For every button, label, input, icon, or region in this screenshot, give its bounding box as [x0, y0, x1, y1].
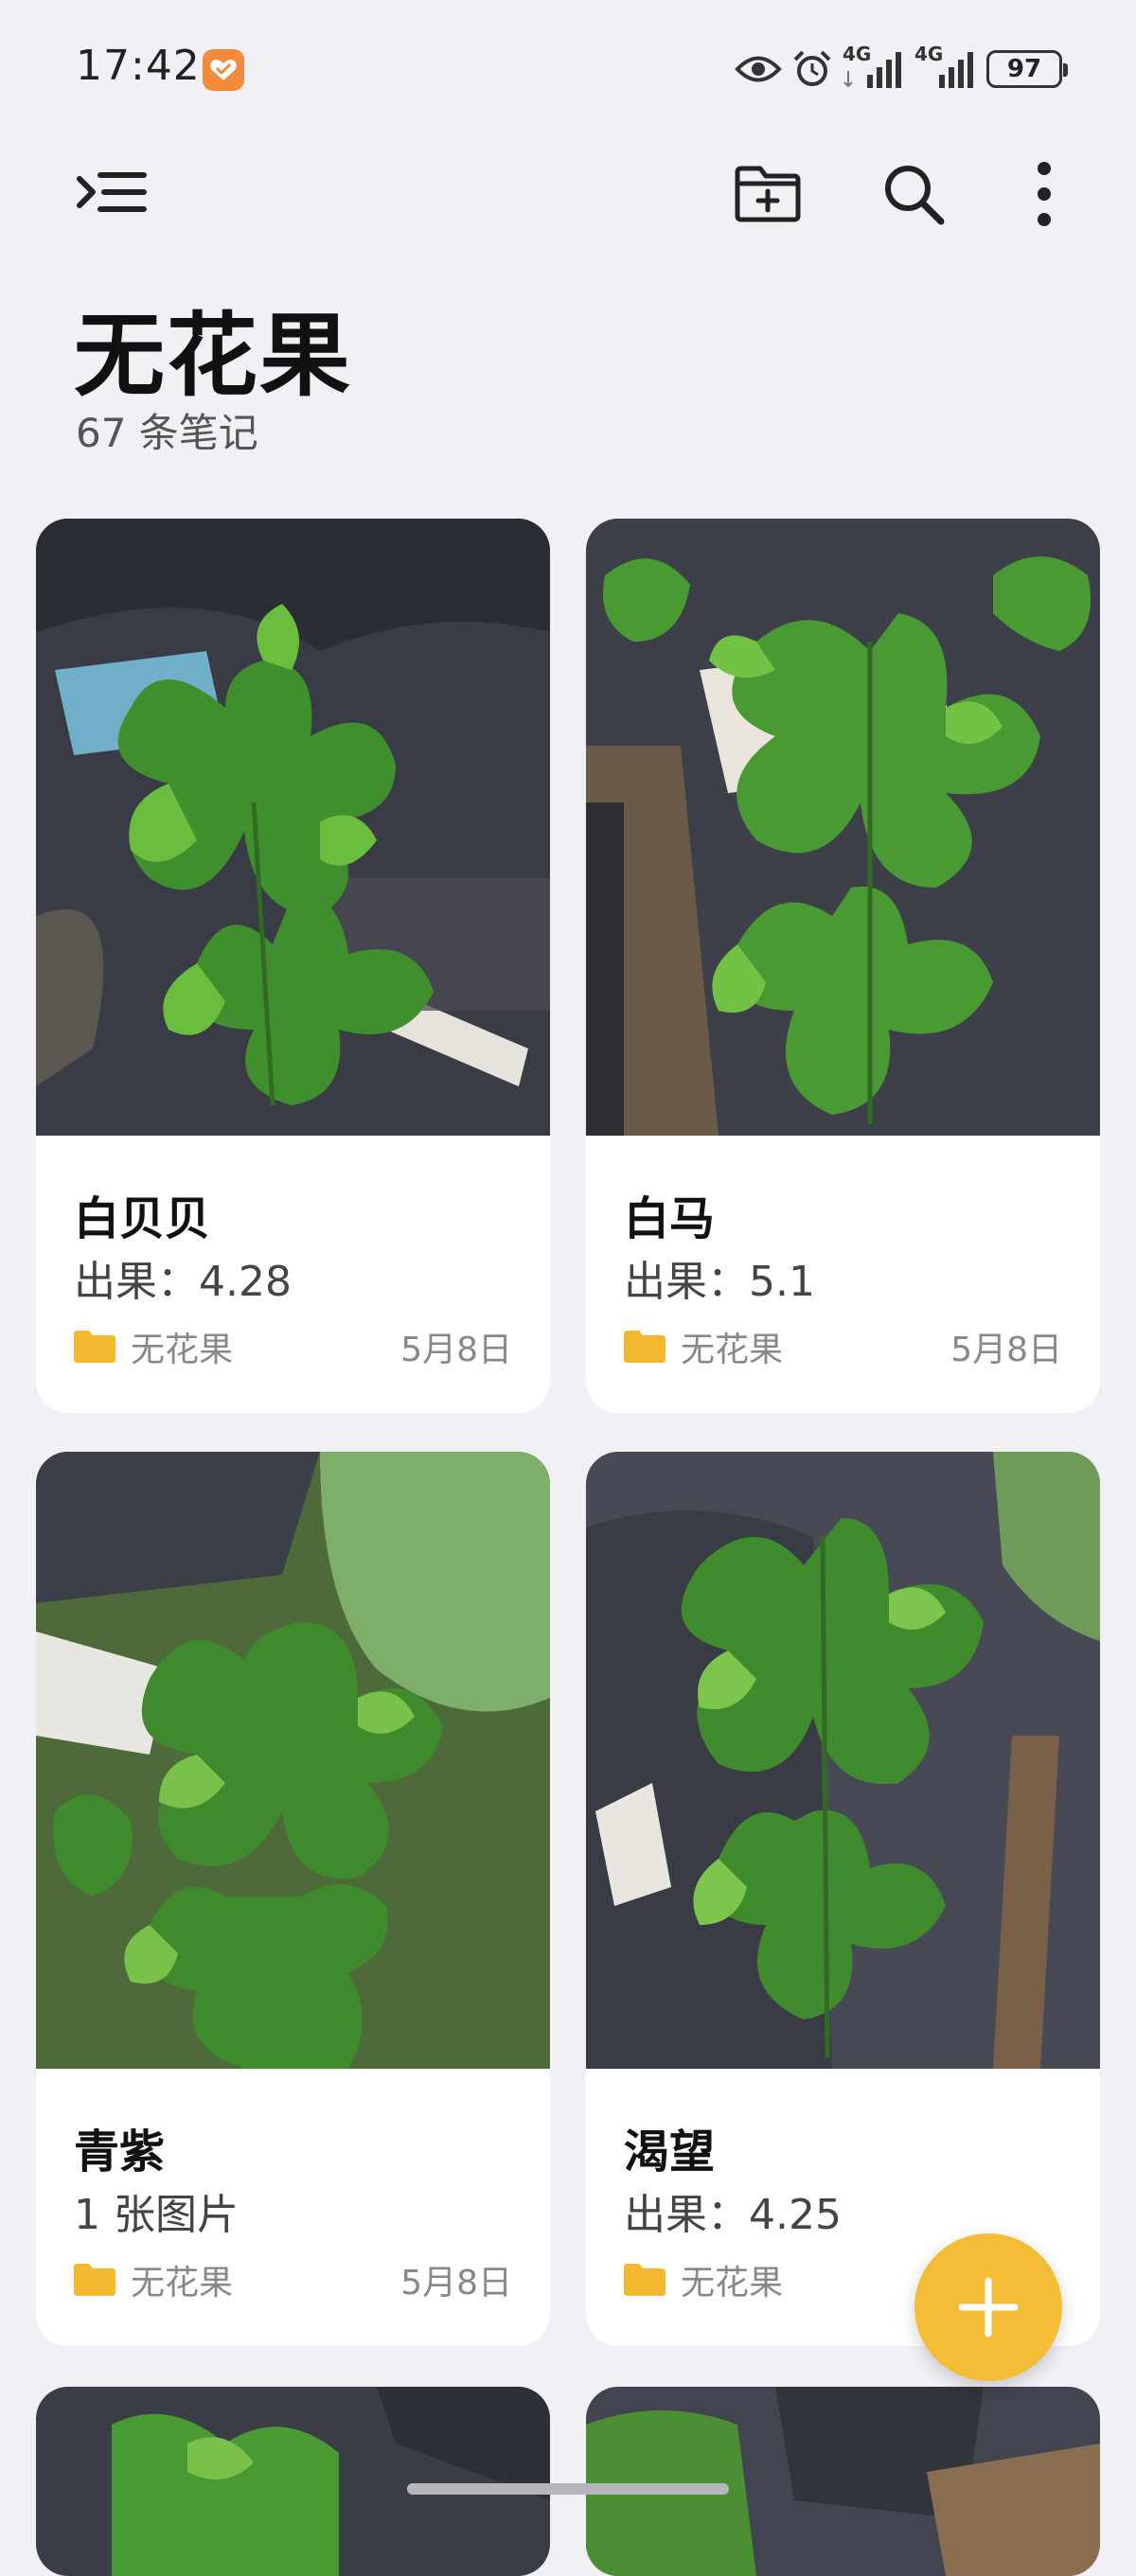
note-card[interactable]: 青紫 1 张图片 无花果 5月8日 [36, 1452, 550, 2346]
note-meta: 无花果 5月8日 [74, 1323, 512, 1370]
app-notification-icon [203, 49, 244, 91]
eye-icon [735, 56, 782, 82]
note-photo-fig-plant [586, 519, 1100, 1136]
more-vertical-icon [1038, 162, 1051, 226]
note-folder: 无花果 [131, 2264, 234, 2303]
folder-icon [74, 1331, 115, 1363]
search-icon [885, 166, 945, 225]
sidebar-menu-icon [77, 172, 147, 212]
status-time: 17:42 [76, 42, 201, 90]
note-card[interactable] [36, 2387, 550, 2576]
plus-icon [958, 2277, 1019, 2338]
note-photo-fig-plant [36, 519, 550, 1136]
folder-icon [74, 2264, 115, 2296]
note-title: 渴望 [624, 2126, 716, 2179]
note-subtitle: 1 张图片 [74, 2191, 239, 2239]
note-date: 5月8日 [400, 2264, 512, 2303]
note-photo-fig-plant [586, 1452, 1100, 2069]
app-bar [0, 151, 1136, 256]
note-folder: 无花果 [681, 1331, 784, 1369]
note-subtitle: 出果：4.28 [74, 1258, 292, 1306]
note-title: 白贝贝 [74, 1192, 211, 1245]
page-title: 无花果 [74, 303, 352, 409]
alarm-icon [793, 50, 831, 86]
note-photo-fig-plant [36, 1452, 550, 2069]
folder-icon [624, 1331, 666, 1363]
note-photo-fig-plant [586, 2387, 1100, 2576]
note-date: 5月8日 [400, 1331, 512, 1369]
add-note-button[interactable] [914, 2233, 1062, 2381]
note-title: 白马 [624, 1192, 716, 1245]
note-card[interactable]: 渴望 出果：4.25 无花果 [586, 1452, 1100, 2346]
note-folder: 无花果 [131, 1331, 234, 1369]
new-folder-icon [735, 166, 801, 222]
status-bar: 17:42 4G 4G 97 [0, 0, 1136, 142]
note-meta: 无花果 5月8日 [624, 1323, 1062, 1370]
status-icons: 4G 4G 97 [735, 43, 1068, 95]
home-indicator[interactable] [407, 2483, 729, 2495]
note-date: 5月8日 [950, 1331, 1062, 1369]
note-subtitle: 出果：5.1 [624, 1258, 815, 1306]
more-options-button[interactable] [1002, 151, 1087, 237]
new-folder-button[interactable] [725, 151, 810, 237]
note-title: 青紫 [74, 2126, 166, 2179]
signal-4g-icon: 4G [843, 43, 905, 92]
note-card[interactable] [586, 2387, 1100, 2576]
battery-level: 97 [1006, 55, 1042, 83]
note-folder: 无花果 [681, 2264, 784, 2303]
search-button[interactable] [871, 151, 956, 237]
note-meta: 无花果 5月8日 [74, 2256, 512, 2303]
note-card[interactable]: 白贝贝 出果：4.28 无花果 5月8日 [36, 519, 550, 1413]
note-photo-fig-plant [36, 2387, 550, 2576]
note-count: 67 条笔记 [76, 410, 258, 456]
folder-icon [624, 2264, 666, 2296]
note-subtitle: 出果：4.25 [624, 2191, 842, 2239]
signal-4g-icon: 4G [914, 43, 977, 92]
sidebar-menu-button[interactable] [68, 151, 153, 237]
note-card[interactable]: 白马 出果：5.1 无花果 5月8日 [586, 519, 1100, 1413]
battery-indicator: 97 [986, 50, 1068, 88]
